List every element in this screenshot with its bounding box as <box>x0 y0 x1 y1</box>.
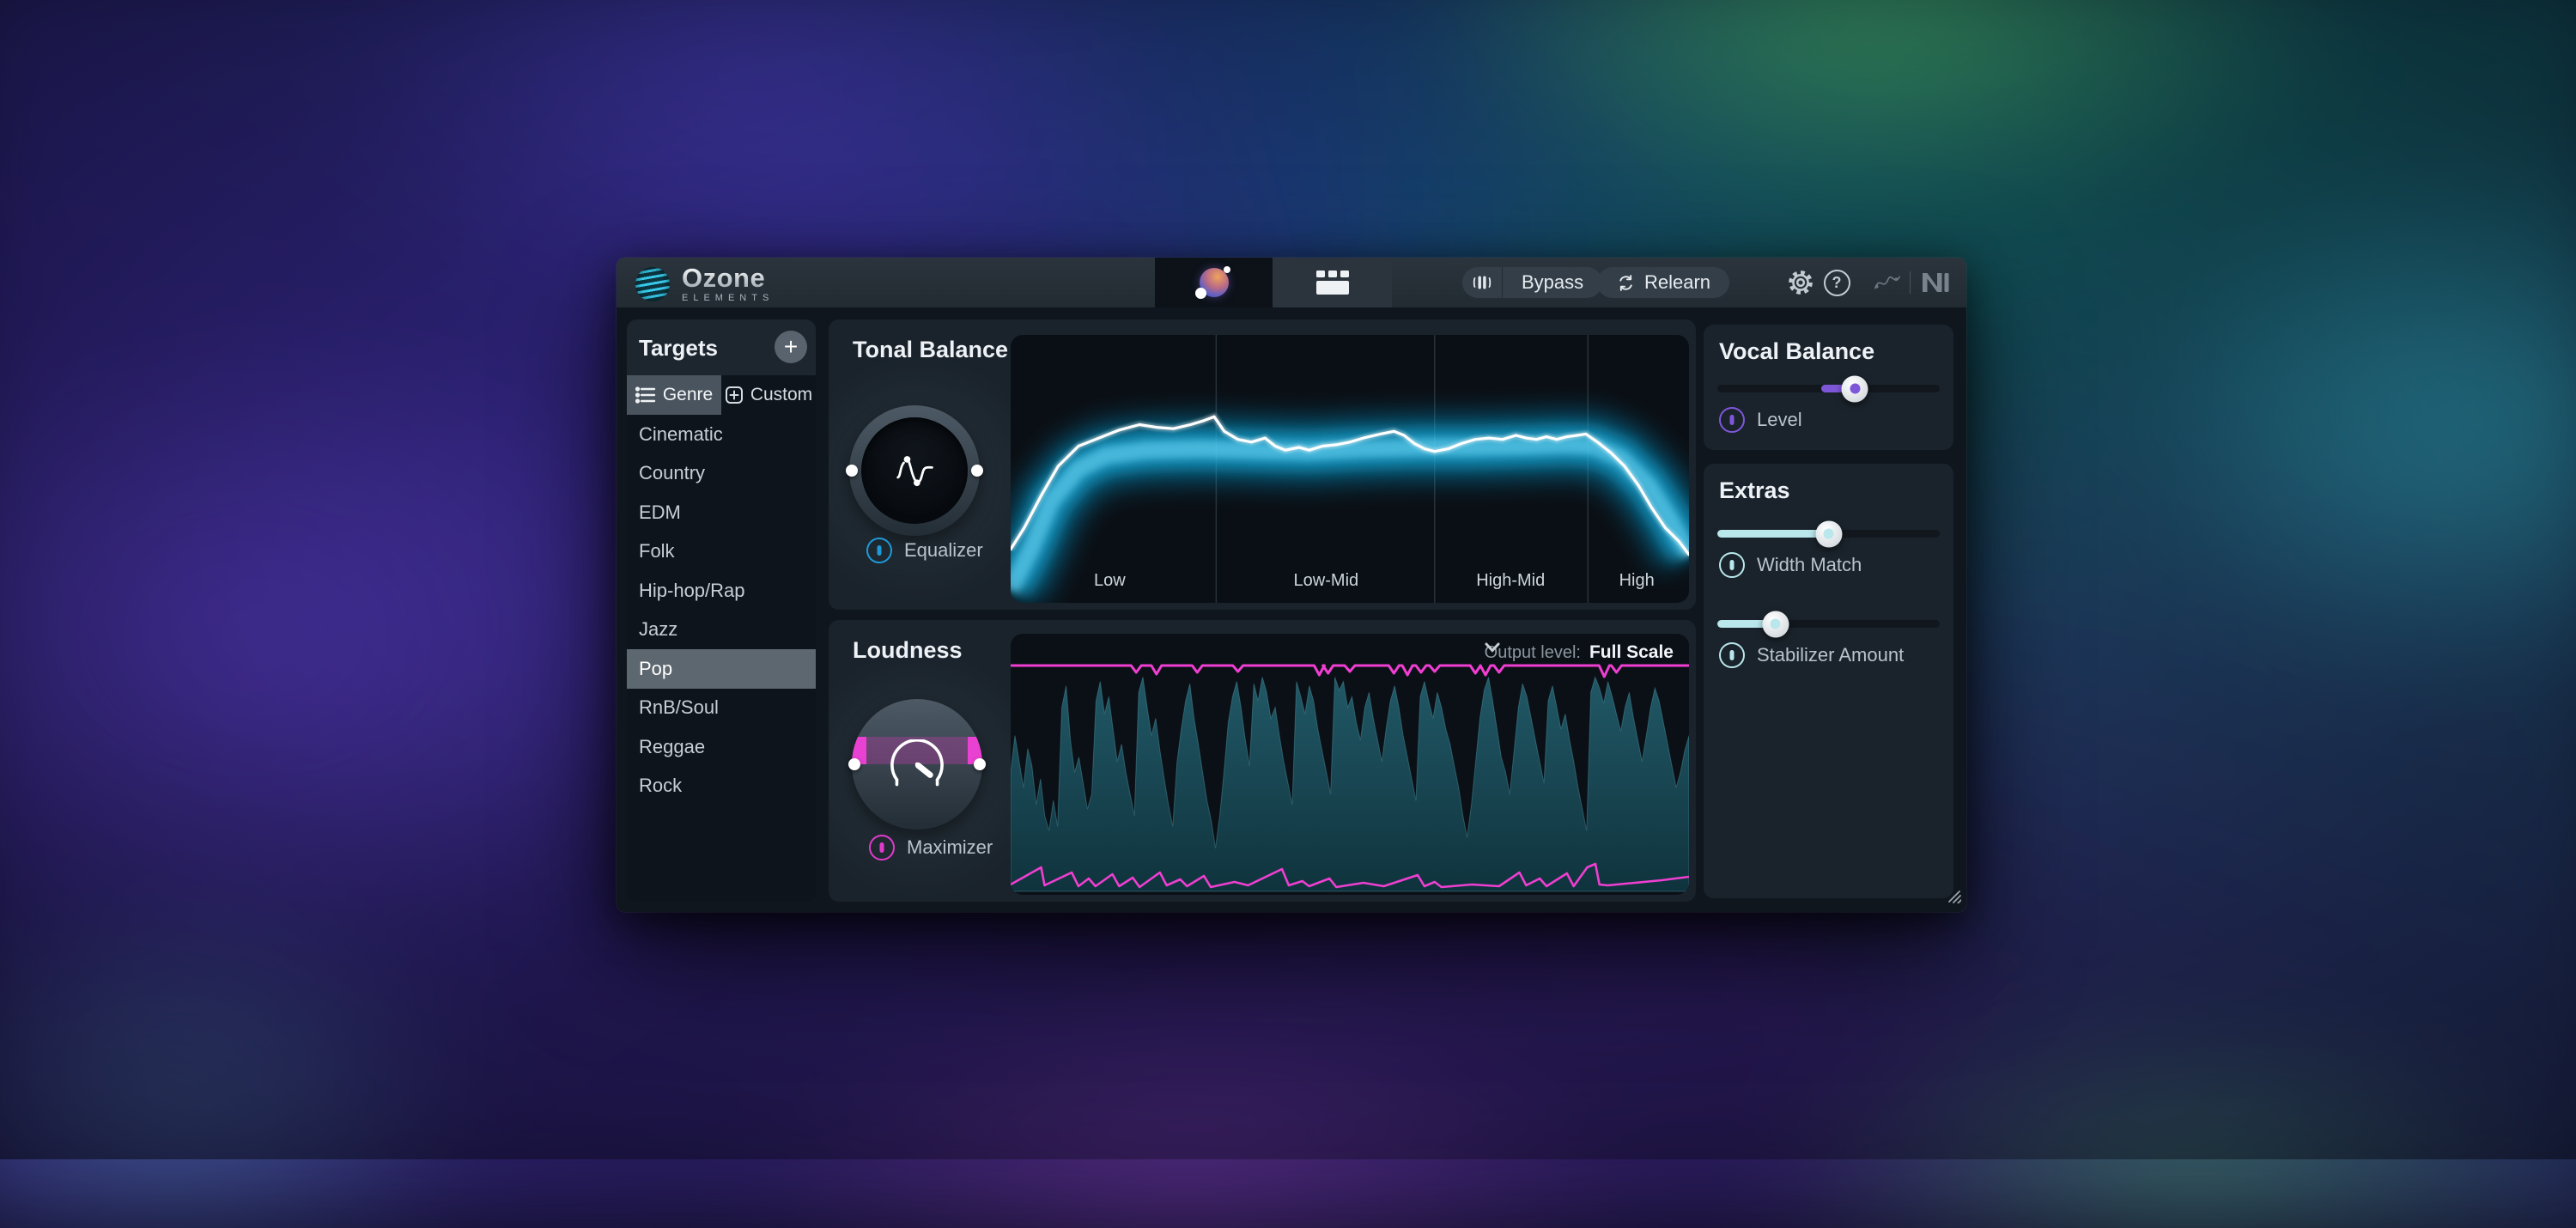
extras-panel: Extras Width Match Stabilizer Amount <box>1704 464 1953 898</box>
tab-custom[interactable]: Custom <box>721 375 816 415</box>
settings-gear-icon[interactable] <box>1785 267 1816 298</box>
width-match-power-row[interactable]: Width Match <box>1719 552 1862 578</box>
vocal-balance-title: Vocal Balance <box>1719 338 1874 365</box>
genre-item-edm[interactable]: EDM <box>627 493 816 532</box>
genre-item-country[interactable]: Country <box>627 454 816 494</box>
stabilizer-label: Stabilizer Amount <box>1757 644 1904 666</box>
loudness-title: Loudness <box>853 637 963 664</box>
tonal-balance-panel: Tonal Balance Equalizer LowLow- <box>829 319 1696 610</box>
targets-tabs: Genre Custom <box>627 375 816 415</box>
custom-add-icon <box>725 386 744 404</box>
band-label-low-mid: Low-Mid <box>1294 571 1359 591</box>
width-match-label: Width Match <box>1757 554 1862 576</box>
tab-genre[interactable]: Genre <box>627 375 721 415</box>
header-bar: Ozone ELEMENTS Bypass <box>617 258 1966 307</box>
ni-logo[interactable] <box>1920 267 1951 298</box>
genre-item-rock[interactable]: Rock <box>627 767 816 806</box>
genre-item-hip-hop-rap[interactable]: Hip-hop/Rap <box>627 571 816 611</box>
vocal-slider-handle[interactable] <box>1842 375 1868 402</box>
tonal-balance-title: Tonal Balance <box>853 337 1008 363</box>
ozone-logo-icon <box>635 267 670 301</box>
loudness-panel: Loudness Maximizer Output level <box>829 620 1696 902</box>
band-label-high-mid: High-Mid <box>1476 571 1545 591</box>
maximizer-power-icon[interactable] <box>869 835 895 860</box>
io-fader-icon[interactable] <box>1462 267 1503 298</box>
brand-subtitle: ELEMENTS <box>682 294 774 303</box>
relearn-label: Relearn <box>1644 271 1710 294</box>
maximizer-power-row[interactable]: Maximizer <box>869 835 993 860</box>
vocal-level-slider[interactable] <box>1717 385 1940 392</box>
ozone-plugin-window: Ozone ELEMENTS Bypass <box>617 258 1966 912</box>
maximizer-knob[interactable] <box>852 699 982 830</box>
width-match-fill <box>1717 530 1829 538</box>
equalizer-knob[interactable] <box>849 405 980 536</box>
vocal-level-label: Level <box>1757 409 1802 431</box>
vocal-power-icon[interactable] <box>1719 407 1745 433</box>
header-divider <box>1910 271 1911 294</box>
targets-title: Targets <box>639 335 718 362</box>
band-label-low: Low <box>1094 571 1126 591</box>
vocal-balance-panel: Vocal Balance Level <box>1704 325 1953 450</box>
equalizer-power-icon[interactable] <box>866 538 892 563</box>
modules-grid-icon <box>1316 271 1349 295</box>
stabilizer-slider[interactable] <box>1717 620 1940 628</box>
add-target-button[interactable]: + <box>775 331 807 363</box>
maximizer-label: Maximizer <box>907 836 993 859</box>
assistant-orb-icon <box>1200 268 1229 297</box>
bypass-button[interactable]: Bypass <box>1462 267 1602 298</box>
loudness-display: Output level: Full Scale <box>1011 634 1689 895</box>
width-match-power-icon[interactable] <box>1719 552 1745 578</box>
equalizer-label: Equalizer <box>904 539 983 562</box>
stabilizer-power-icon[interactable] <box>1719 642 1745 668</box>
help-icon[interactable]: ? <box>1821 267 1852 298</box>
genre-item-folk[interactable]: Folk <box>627 532 816 572</box>
chevron-down-icon <box>1485 642 1500 653</box>
bypass-label: Bypass <box>1503 271 1602 294</box>
knob-right-dot <box>974 758 986 770</box>
ozone-logo: Ozone ELEMENTS <box>635 264 774 303</box>
extras-title: Extras <box>1719 477 1790 504</box>
tab-assistant-view[interactable] <box>1155 258 1273 307</box>
tab-modules-view[interactable] <box>1273 258 1392 307</box>
knob-left-dot <box>846 465 858 477</box>
width-match-slider[interactable] <box>1717 530 1940 538</box>
output-level-value: Full Scale <box>1589 642 1674 663</box>
genre-item-rnb-soul[interactable]: RnB/Soul <box>627 689 816 728</box>
genre-item-cinematic[interactable]: Cinematic <box>627 415 816 454</box>
audiolens-scribble-icon[interactable] <box>1872 267 1903 298</box>
width-match-handle[interactable] <box>1815 520 1842 547</box>
window-resize-handle[interactable] <box>1946 888 1961 908</box>
eq-curve-icon <box>849 405 980 536</box>
gauge-icon <box>852 699 982 830</box>
genre-list: CinematicCountryEDMFolkHip-hop/RapJazzPo… <box>627 415 816 805</box>
targets-panel: Targets + Genre Custom CinematicCountryE… <box>627 319 816 902</box>
genre-item-pop[interactable]: Pop <box>627 649 816 689</box>
knob-left-dot <box>848 758 860 770</box>
band-label-high: High <box>1619 571 1655 591</box>
vocal-power-row[interactable]: Level <box>1719 407 1802 433</box>
genre-item-reggae[interactable]: Reggae <box>627 727 816 767</box>
tonal-balance-display: Low Low-Mid High-Mid High <box>1011 335 1689 603</box>
stabilizer-power-row[interactable]: Stabilizer Amount <box>1719 642 1904 668</box>
genre-list-icon <box>635 386 656 404</box>
knob-right-dot <box>971 465 983 477</box>
brand-name: Ozone <box>682 264 774 291</box>
relearn-refresh-icon <box>1616 273 1636 293</box>
stabilizer-handle[interactable] <box>1762 611 1789 637</box>
relearn-button[interactable]: Relearn <box>1597 267 1729 298</box>
genre-item-jazz[interactable]: Jazz <box>627 611 816 650</box>
equalizer-power-row[interactable]: Equalizer <box>866 538 983 563</box>
output-level-dropdown[interactable]: Output level: Full Scale <box>1485 642 1674 663</box>
